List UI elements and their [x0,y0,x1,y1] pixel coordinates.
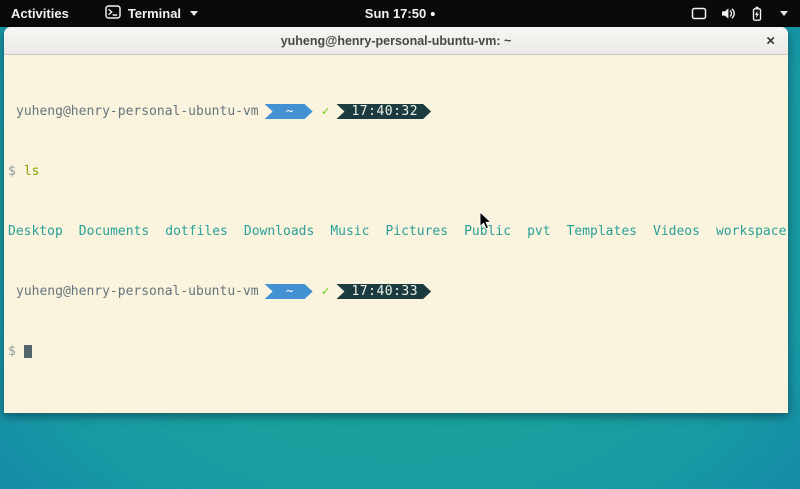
clock-label: Sun 17:50 [365,6,426,21]
directory-name: Desktop [8,224,63,239]
directory-name: pvt [527,224,550,239]
directory-name: workspace [716,224,786,239]
directory-name: Downloads [244,224,314,239]
window-title: yuheng@henry-personal-ubuntu-vm: ~ [281,34,512,48]
ls-output: Desktop Documents dotfiles Downloads Music Pi… [8,224,788,239]
activities-button[interactable]: Activities [0,0,79,27]
mouse-pointer-icon [479,211,492,236]
top-bar: Activities Terminal Sun 17:50 [0,0,800,27]
exit-status-check-icon: ✓ [322,284,330,299]
directory-name: Pictures [385,224,448,239]
clock-button[interactable]: Sun 17:50 [365,0,435,27]
chevron-down-icon [190,11,198,16]
command-text: ls [24,164,40,179]
prompt-char: $ [8,164,16,179]
prompt-time-segment: 17:40:33 [336,284,431,299]
screen-icon [691,6,707,21]
terminal-content[interactable]: yuheng@henry-personal-ubuntu-vm ~ ✓ 17:4… [4,56,788,413]
directory-name: Music [330,224,369,239]
app-menu-terminal[interactable]: Terminal [105,0,198,27]
battery-charging-icon [749,6,765,22]
terminal-app-icon [105,5,121,22]
prompt-time-segment: 17:40:32 [336,104,431,119]
exit-status-check-icon: ✓ [322,104,330,119]
prompt-cwd: ~ [286,104,294,119]
prompt-char: $ [8,344,16,359]
prompt-line-1: yuheng@henry-personal-ubuntu-vm ~ ✓ 17:4… [8,104,788,119]
window-titlebar[interactable]: yuheng@henry-personal-ubuntu-vm: ~ × [4,27,788,55]
directory-name: Templates [567,224,637,239]
terminal-window: yuheng@henry-personal-ubuntu-vm: ~ × yuh… [4,27,788,413]
app-menu-label: Terminal [128,6,181,21]
prompt-cwd-segment: ~ [265,284,313,299]
close-icon[interactable]: × [766,33,775,48]
directory-name: dotfiles [165,224,228,239]
prompt-user-host: yuheng@henry-personal-ubuntu-vm [16,284,259,299]
directory-name: Documents [79,224,149,239]
system-status-area[interactable] [691,0,800,27]
prompt-cwd: ~ [286,284,294,299]
prompt-time: 17:40:32 [351,104,418,119]
directory-name: Videos [653,224,700,239]
prompt-line-2: yuheng@henry-personal-ubuntu-vm ~ ✓ 17:4… [8,284,788,299]
prompt-time: 17:40:33 [351,284,418,299]
notification-dot [431,12,435,16]
chevron-down-icon [780,11,788,16]
prompt-cwd-segment: ~ [265,104,313,119]
prompt-user-host: yuheng@henry-personal-ubuntu-vm [16,104,259,119]
command-line: $ ls [8,164,788,179]
volume-icon [720,6,736,21]
input-line: $ [8,344,788,359]
terminal-cursor [24,345,32,358]
